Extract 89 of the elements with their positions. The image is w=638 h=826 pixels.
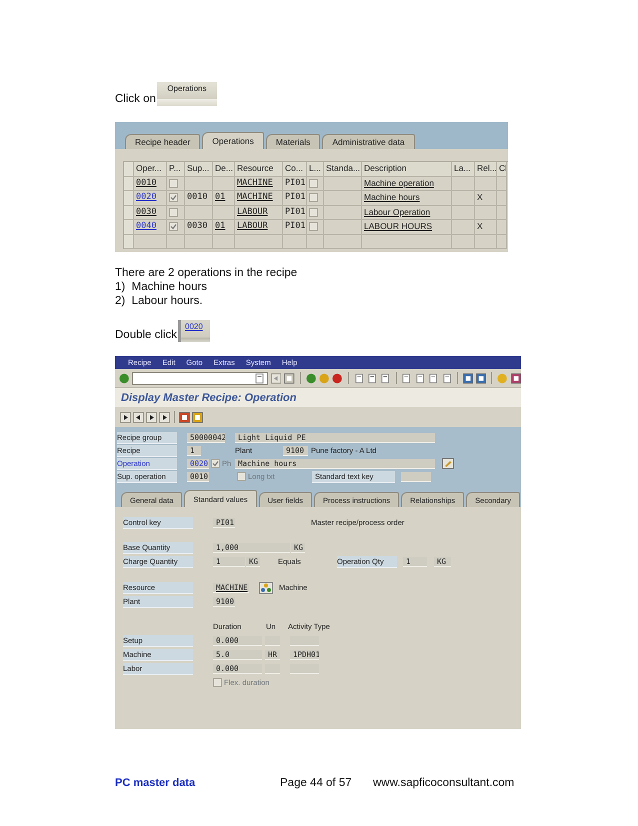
operation-link[interactable]: 0010 <box>136 176 156 190</box>
operation-link[interactable]: 0020 <box>178 320 210 342</box>
table-cell <box>452 234 475 249</box>
unit-field[interactable] <box>265 636 280 646</box>
instruction-text: Double click <box>115 328 177 342</box>
note-text: 1) Machine hours <box>115 280 208 294</box>
table-cell: Labour Operation <box>362 206 452 220</box>
table-cell: MACHINE <box>235 191 283 206</box>
checkbox[interactable] <box>309 178 318 188</box>
table-cell <box>475 176 497 191</box>
table-cell: X <box>475 191 497 206</box>
screen-title: Display Master Recipe: Operation <box>121 392 296 404</box>
table-cell: PI01 <box>283 191 307 206</box>
footer-title: PC master data <box>115 777 196 789</box>
table-cell: PI01 <box>283 176 307 191</box>
edit-icon[interactable] <box>442 458 454 469</box>
table-cell <box>452 206 475 220</box>
checkbox[interactable] <box>169 208 178 217</box>
operation-link[interactable]: 0030 <box>136 206 156 219</box>
table-cell: 01 <box>213 191 235 206</box>
website-text: www.sapficoconsultant.com <box>373 776 516 790</box>
input-field[interactable] <box>290 636 319 646</box>
column-header[interactable]: La... <box>452 162 475 176</box>
table-cell: MACHINE <box>235 176 283 191</box>
operation-link[interactable]: 0040 <box>136 220 156 234</box>
column-header[interactable]: Resource <box>235 162 283 176</box>
column-header[interactable]: L... <box>307 162 324 176</box>
checkbox[interactable] <box>169 193 178 202</box>
table-cell <box>324 234 362 249</box>
tab[interactable]: Operations <box>202 132 264 149</box>
note-text: There are 2 operations in the recipe <box>115 266 298 280</box>
note-text: 2) Labour hours. <box>115 294 204 308</box>
table-cell: Machine hours <box>362 191 452 206</box>
resource-icon[interactable] <box>259 582 273 594</box>
operations-button[interactable]: Operations <box>156 82 217 106</box>
table-cell: LABOUR HOURS <box>362 220 452 234</box>
checkbox[interactable] <box>213 678 222 687</box>
table-cell <box>497 191 507 206</box>
instruction-text: Click on <box>115 92 156 106</box>
tab[interactable]: Recipe header <box>125 134 200 149</box>
table-cell <box>213 176 235 191</box>
column-header[interactable]: Sup... <box>185 162 213 176</box>
table-cell <box>497 220 507 234</box>
checkbox[interactable] <box>237 472 246 481</box>
table-cell <box>213 234 235 249</box>
table-cell <box>475 234 497 249</box>
command-field[interactable] <box>132 372 268 384</box>
table-cell: 0030 <box>185 220 213 234</box>
column-header[interactable]: Description <box>362 162 452 176</box>
checkbox[interactable] <box>211 459 220 468</box>
table-cell <box>497 206 507 220</box>
column-header[interactable]: Co... <box>283 162 307 176</box>
operation-link[interactable]: 0020 <box>136 191 156 204</box>
table-cell: 0010 <box>185 191 213 206</box>
table-cell <box>452 191 475 206</box>
column-header[interactable]: P... <box>167 162 185 176</box>
table-cell: LABOUR <box>235 220 283 234</box>
column-header[interactable]: De... <box>213 162 235 176</box>
page-number: Page 44 of 57 <box>280 776 353 790</box>
column-header[interactable]: Rel... <box>475 162 497 176</box>
checkbox[interactable] <box>309 222 318 232</box>
table-cell: PI01 <box>283 206 307 220</box>
table-cell <box>235 234 283 249</box>
table-cell <box>213 206 235 220</box>
checkbox[interactable] <box>309 208 318 217</box>
table-cell <box>497 234 507 249</box>
table-cell: Machine operation <box>362 176 452 191</box>
tab[interactable]: Materials <box>266 134 320 149</box>
column-header[interactable]: Oper... <box>134 162 167 176</box>
table-cell <box>283 234 307 249</box>
table-cell <box>497 176 507 191</box>
table-cell <box>452 220 475 234</box>
table-cell: LABOUR <box>235 206 283 220</box>
table-cell <box>452 176 475 191</box>
table-cell: 01 <box>213 220 235 234</box>
column-header[interactable]: Standa... <box>324 162 362 176</box>
checkbox[interactable] <box>309 193 318 202</box>
table-cell: PI01 <box>283 220 307 234</box>
next-icon[interactable] <box>146 412 157 422</box>
checkbox[interactable] <box>169 178 178 188</box>
previous-icon[interactable] <box>133 412 144 422</box>
table-cell <box>185 234 213 249</box>
input-field[interactable] <box>290 664 319 674</box>
table-cell: X <box>475 220 497 234</box>
table-cell <box>475 206 497 220</box>
tab[interactable]: Administrative data <box>322 134 415 149</box>
unit-field[interactable] <box>265 664 280 674</box>
input-field[interactable] <box>401 472 431 482</box>
checkbox[interactable] <box>169 222 178 232</box>
